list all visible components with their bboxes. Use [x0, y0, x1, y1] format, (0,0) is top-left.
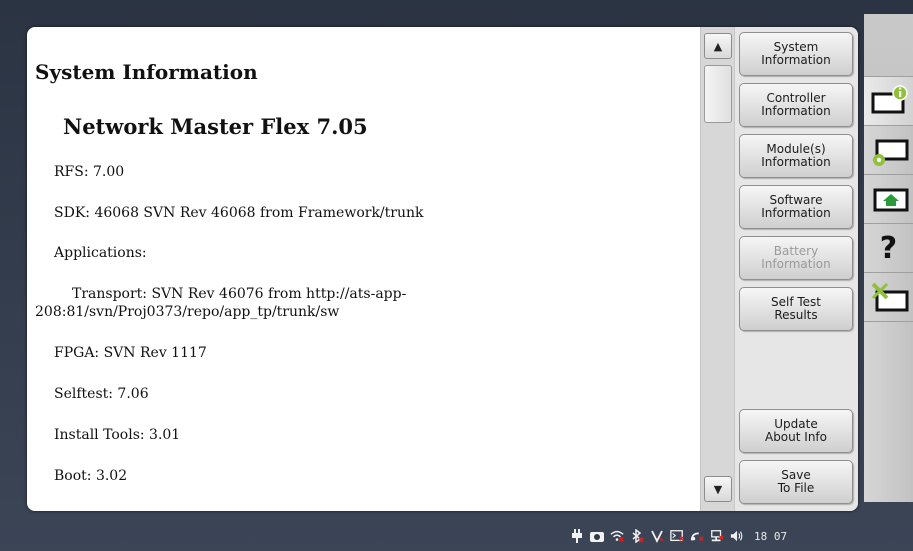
product-title: Network Master Flex 7.05: [63, 114, 368, 139]
triangle-up-icon: ▲: [713, 39, 723, 53]
info-folder-icon: [871, 85, 908, 114]
bluetooth-icon: [630, 529, 644, 543]
status-bar: 18 07: [570, 527, 787, 545]
network-icon: [710, 529, 724, 543]
home-folder-icon: [873, 188, 908, 212]
wifi-icon: [610, 529, 624, 543]
selftest-version: Selftest: 7.06: [54, 386, 149, 402]
self-test-results-button[interactable]: Self Test Results: [739, 287, 853, 331]
scroll-down-button[interactable]: ▼: [704, 476, 732, 502]
camera-icon: [590, 529, 604, 543]
transport-line-1: Transport: SVN Rev 46076 from http://ats…: [72, 286, 407, 302]
clock-text: 18 07: [754, 529, 788, 543]
speaker-icon: [730, 529, 744, 543]
modules-information-button[interactable]: Module(s) Information: [739, 134, 853, 178]
satellite-icon: [690, 529, 704, 543]
tab-info[interactable]: [864, 76, 913, 125]
tab-settings[interactable]: [864, 125, 913, 174]
info-content: System Information Network Master Flex 7…: [27, 27, 700, 511]
tools-folder-icon: [871, 282, 908, 312]
tab-help[interactable]: ?: [864, 223, 913, 272]
boot-version: Boot: 3.02: [54, 468, 128, 484]
terminal-icon: [670, 529, 684, 543]
power-plug-icon: [570, 529, 584, 543]
save-to-file-button[interactable]: Save To File: [739, 460, 853, 504]
sdk-version: SDK: 46068 SVN Rev 46068 from Framework/…: [54, 205, 424, 221]
vertical-scrollbar[interactable]: ▲ ▼: [700, 27, 735, 511]
tab-empty: [864, 321, 913, 502]
help-icon: ?: [879, 230, 898, 266]
triangle-down-icon: ▼: [713, 482, 723, 496]
system-information-button[interactable]: System Information: [739, 32, 853, 76]
applications-label: Applications:: [54, 245, 147, 261]
v-icon: [650, 529, 664, 543]
transport-version: Transport: SVN Rev 46076 from http://ats…: [35, 285, 495, 321]
system-info-panel: System Information Network Master Flex 7…: [27, 27, 858, 511]
tab-home[interactable]: [864, 174, 913, 223]
tab-tools[interactable]: [864, 272, 913, 321]
scroll-thumb[interactable]: [704, 65, 732, 123]
controller-information-button[interactable]: Controller Information: [739, 83, 853, 127]
page-title: System Information: [35, 60, 258, 84]
settings-folder-icon: [872, 139, 908, 166]
transport-line-2: 208:81/svn/Proj0373/repo/app_tp/trunk/sw: [35, 304, 340, 320]
right-tab-bar: ?: [864, 14, 913, 502]
rfs-version: RFS: 7.00: [54, 164, 125, 180]
update-about-info-button[interactable]: Update About Info: [739, 409, 853, 453]
side-menu: System Information Controller Informatio…: [734, 27, 858, 511]
battery-information-button: Battery Information: [739, 236, 853, 280]
scroll-up-button[interactable]: ▲: [704, 33, 732, 59]
software-information-button[interactable]: Software Information: [739, 185, 853, 229]
install-tools-version: Install Tools: 3.01: [54, 427, 181, 443]
fpga-version: FPGA: SVN Rev 1117: [54, 345, 207, 361]
